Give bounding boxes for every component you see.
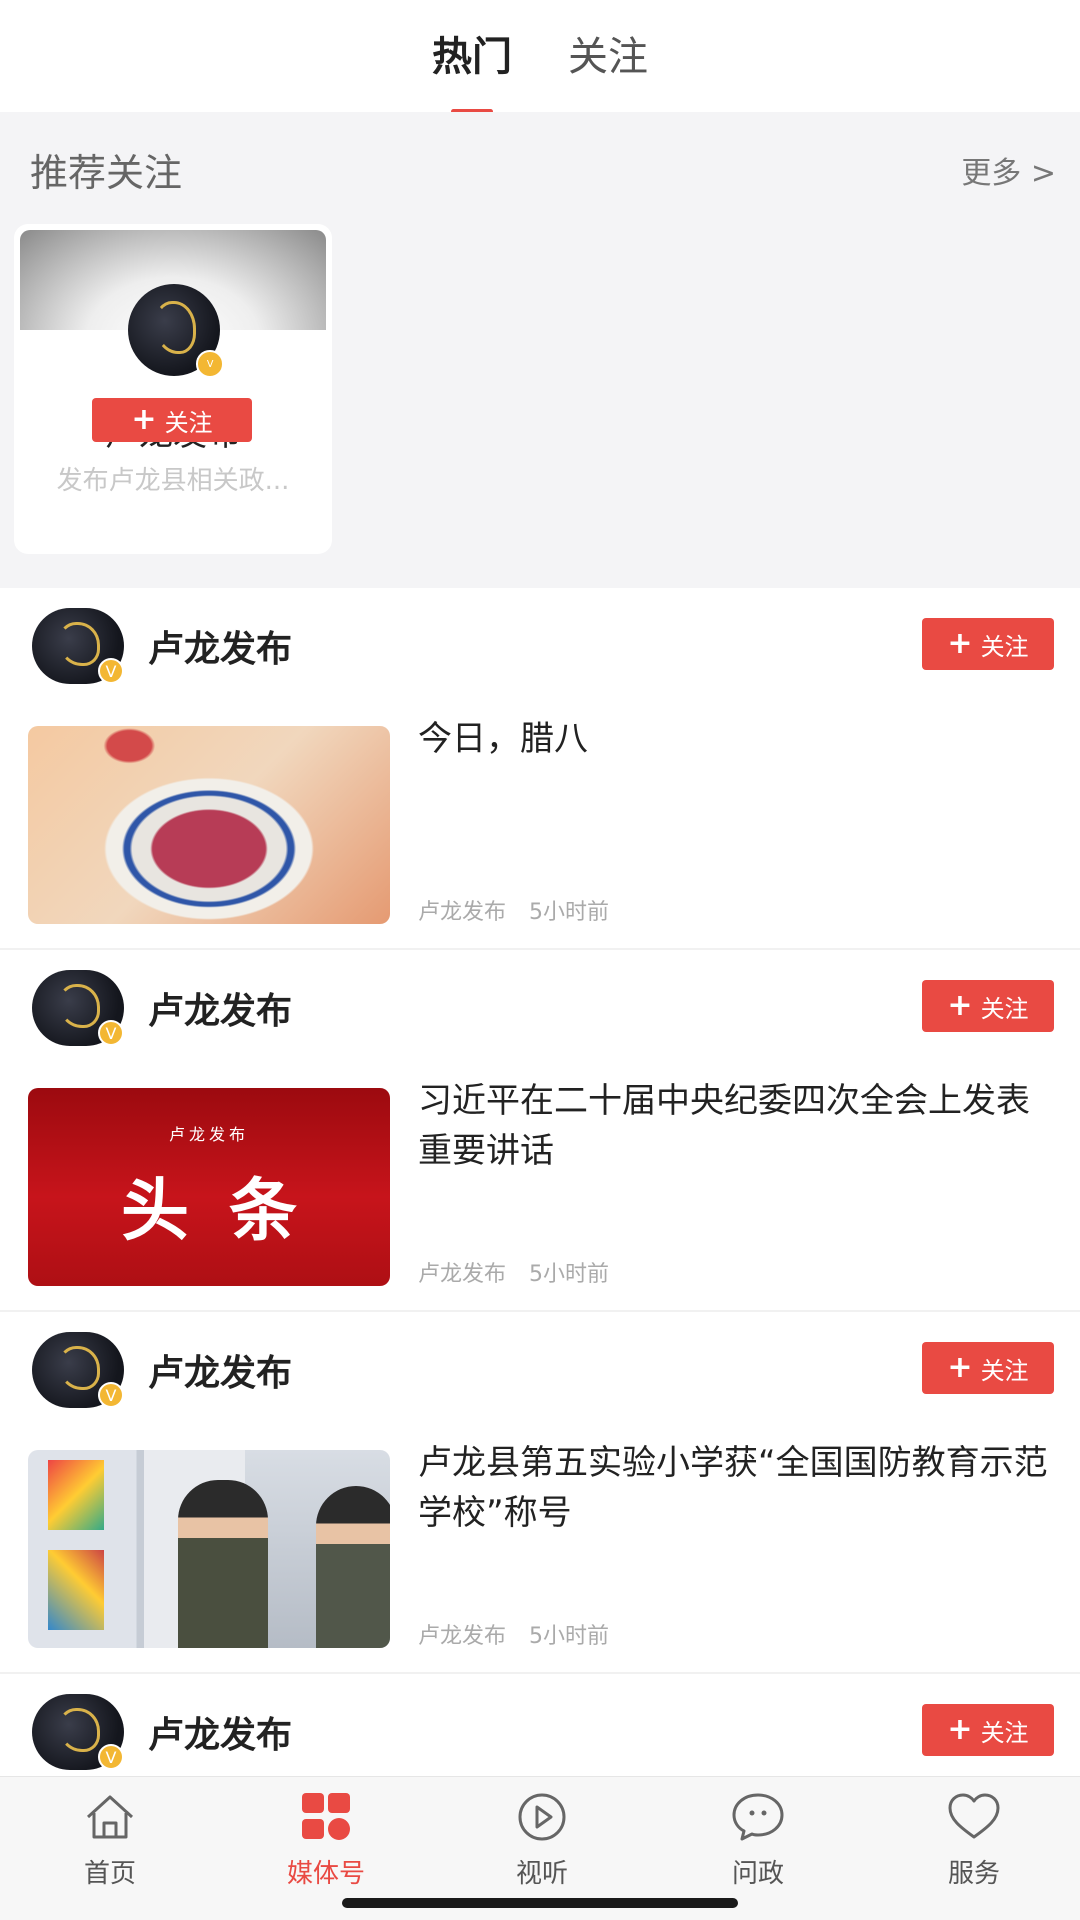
post-meta: 卢龙发布 5小时前: [418, 1618, 625, 1650]
post-thumbnail[interactable]: [28, 726, 390, 924]
plus-icon: +: [947, 1350, 973, 1385]
follow-button[interactable]: + 关注: [922, 980, 1054, 1032]
verified-badge-icon: V: [98, 658, 124, 684]
nav-home[interactable]: 首页: [30, 1791, 190, 1890]
nav-label: 问政: [731, 1859, 784, 1889]
painting-image: [48, 1550, 104, 1630]
post-meta: 卢龙发布 5小时前: [418, 1256, 625, 1288]
thumb-headline-text: 头条: [120, 1170, 337, 1251]
plus-icon: +: [131, 402, 157, 437]
post-time: 5小时前: [529, 1624, 610, 1649]
verified-badge-icon: V: [196, 350, 224, 378]
feed-item[interactable]: V 卢龙发布 + 关注: [0, 1674, 1080, 1776]
follow-button[interactable]: + 关注: [92, 398, 252, 442]
follow-label: 关注: [980, 632, 1029, 661]
nav-label: 视听: [515, 1859, 568, 1889]
plus-icon: +: [947, 626, 973, 661]
dragon-logo-icon: [57, 1345, 101, 1390]
follow-label: 关注: [980, 994, 1029, 1023]
card-desc: 发布卢龙县相关政...: [56, 466, 290, 496]
post-time: 5小时前: [529, 1262, 610, 1287]
heart-icon: [948, 1793, 1000, 1839]
tab-hot[interactable]: 热门: [432, 24, 512, 88]
avatar[interactable]: V: [32, 1332, 124, 1408]
follow-label: 关注: [980, 1718, 1029, 1747]
nav-inquiry[interactable]: 问政: [678, 1791, 838, 1890]
post-meta: 卢龙发布 5小时前: [418, 894, 625, 926]
feed-item[interactable]: V 卢龙发布 + 关注 卢龙发布 头条 习近平在二十届中央纪委四次全会上发表重要…: [0, 950, 1080, 1312]
author-name[interactable]: 卢龙发布: [148, 1706, 292, 1758]
play-icon: [518, 1793, 566, 1841]
student-figure: [178, 1480, 268, 1648]
plus-icon: +: [947, 1712, 973, 1747]
dragon-logo-icon: [153, 300, 197, 354]
nav-label: 媒体号: [286, 1859, 365, 1889]
author-name[interactable]: 卢龙发布: [148, 620, 292, 672]
post-title[interactable]: 习近平在二十届中央纪委四次全会上发表重要讲话: [418, 1076, 1058, 1176]
post-source: 卢龙发布: [418, 1624, 507, 1649]
tab-follow[interactable]: 关注: [568, 24, 648, 88]
top-tab-bar: 热门 关注: [0, 0, 1080, 112]
author-name[interactable]: 卢龙发布: [148, 982, 292, 1034]
grid-icon: [302, 1793, 350, 1840]
avatar[interactable]: V: [32, 970, 124, 1046]
post-thumbnail[interactable]: 卢龙发布 头条: [28, 1088, 390, 1286]
post-source: 卢龙发布: [418, 900, 507, 925]
dragon-logo-icon: [57, 621, 101, 666]
follow-button[interactable]: + 关注: [922, 1704, 1054, 1756]
chat-icon: [732, 1793, 784, 1841]
follow-button[interactable]: + 关注: [922, 618, 1054, 670]
follow-label: 关注: [164, 408, 213, 437]
dragon-logo-icon: [57, 983, 101, 1028]
post-title[interactable]: 今日，腊八: [418, 714, 1058, 764]
dragon-logo-icon: [57, 1707, 101, 1752]
verified-badge-icon: V: [98, 1744, 124, 1770]
home-icon: [86, 1795, 134, 1839]
post-thumbnail[interactable]: [28, 1450, 390, 1648]
post-source: 卢龙发布: [418, 1262, 507, 1287]
home-indicator[interactable]: [342, 1898, 738, 1908]
more-link[interactable]: 更多 >: [961, 148, 1056, 192]
avatar[interactable]: V: [128, 284, 224, 378]
follow-label: 关注: [980, 1356, 1029, 1385]
nav-media[interactable]: 媒体号: [246, 1791, 406, 1890]
follow-button[interactable]: + 关注: [922, 1342, 1054, 1394]
nav-label: 服务: [947, 1859, 1000, 1889]
recommend-title: 推荐关注: [30, 151, 183, 195]
recommend-card[interactable]: V 卢龙发布 发布卢龙县相关政...: [14, 224, 332, 554]
avatar[interactable]: V: [32, 608, 124, 684]
nav-service[interactable]: 服务: [894, 1791, 1054, 1890]
thumb-caption: 卢龙发布: [168, 1124, 249, 1144]
post-title[interactable]: 卢龙县第五实验小学获“全国国防教育示范学校”称号: [418, 1438, 1058, 1538]
nav-video[interactable]: 视听: [462, 1791, 622, 1890]
feed-item[interactable]: V 卢龙发布 + 关注 今日，腊八 卢龙发布 5小时前: [0, 588, 1080, 950]
avatar[interactable]: V: [32, 1694, 124, 1770]
verified-badge-icon: V: [98, 1382, 124, 1408]
post-time: 5小时前: [529, 900, 610, 925]
painting-image: [48, 1460, 104, 1530]
nav-label: 首页: [83, 1859, 136, 1889]
verified-badge-icon: V: [98, 1020, 124, 1046]
feed-item[interactable]: V 卢龙发布 + 关注 卢龙县第五实验小学获“全国国防教育示范学校”称号 卢龙发…: [0, 1312, 1080, 1674]
student-figure: [316, 1486, 390, 1648]
author-name[interactable]: 卢龙发布: [148, 1344, 292, 1396]
plus-icon: +: [947, 988, 973, 1023]
recommend-section: 推荐关注 更多 > V 卢龙发布 发布卢龙县相关政... + 关注: [0, 112, 1080, 588]
